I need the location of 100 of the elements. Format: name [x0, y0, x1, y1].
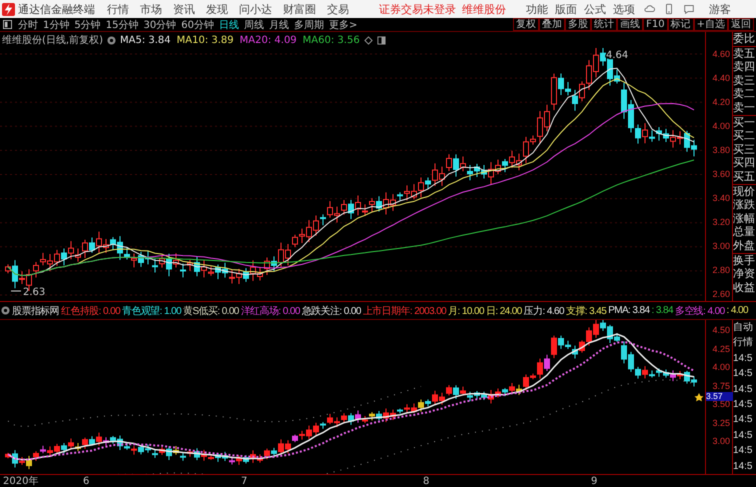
period-tab[interactable]: 周线: [244, 18, 264, 31]
price-tick: 4.20: [711, 96, 731, 108]
menu-item[interactable]: 行情: [107, 2, 129, 16]
side-label: 14:5: [733, 444, 754, 458]
settings-icon[interactable]: [1, 306, 10, 315]
quote-label: 总量: [733, 225, 756, 239]
tool-button[interactable]: 标记: [668, 18, 694, 31]
menu-item[interactable]: 问小达: [239, 2, 272, 16]
quote-label: 换手: [733, 254, 756, 268]
period-tab[interactable]: 更多>: [328, 18, 358, 31]
price-tick: 4.00: [711, 120, 731, 132]
period-tab[interactable]: 5分钟: [74, 18, 101, 31]
cloud-icon[interactable]: [643, 3, 655, 15]
side-label: 自动: [733, 321, 754, 335]
menu-item[interactable]: 选项: [613, 2, 635, 16]
tool-button[interactable]: F10: [643, 18, 668, 31]
moving-average-value: MA10: 3.89: [176, 34, 234, 46]
period-tab[interactable]: 多周期: [294, 18, 324, 31]
period-tab[interactable]: 60分钟: [181, 18, 214, 31]
menu-item[interactable]: 功能: [526, 2, 548, 16]
last-price-tag: 3.57: [706, 392, 733, 400]
price-tick: 3.40: [711, 192, 731, 204]
quote-label: 买三: [733, 142, 756, 156]
quote-label: 买四: [733, 156, 756, 170]
menu-item[interactable]: 版面: [555, 2, 577, 16]
panel-toggle-icon[interactable]: [3, 20, 12, 29]
leader-line: [10, 290, 22, 292]
date-label: 6: [83, 475, 90, 487]
indicator-value: 黄S低买: 0.00: [183, 304, 239, 318]
indicator-value: : 3.84: [651, 305, 673, 316]
price-tick: 4.00: [711, 362, 731, 373]
low-price-label: 2.63: [23, 287, 46, 298]
price-tick: 3.60: [711, 168, 731, 180]
message-icon[interactable]: [683, 3, 695, 15]
quote-label: 买二: [733, 129, 756, 143]
moving-average-value: MA20: 4.09: [240, 34, 297, 46]
side-label: 14:5: [733, 398, 754, 412]
date-label: 2020年: [3, 475, 40, 487]
price-tick: 3.80: [711, 144, 731, 156]
side-label: 14:5: [733, 428, 754, 443]
price-tick: 3.20: [711, 216, 731, 228]
period-tab[interactable]: 日线: [218, 18, 239, 31]
side-label: 14:5: [733, 352, 754, 366]
quote-label: 卖二: [733, 87, 756, 101]
phone-icon[interactable]: [663, 3, 675, 15]
quote-label: 买五: [733, 170, 756, 184]
date-label: 8: [423, 475, 430, 487]
quote-label: 卖五: [733, 46, 756, 60]
side-label: 行情: [733, 336, 754, 350]
tool-button[interactable]: 返回: [728, 18, 754, 31]
date-label: 9: [591, 475, 598, 487]
quote-label: 涨跌: [733, 198, 756, 212]
indicator-value: PMA: 3.84: [608, 305, 650, 316]
tool-button[interactable]: 画线: [617, 18, 644, 31]
menu-item[interactable]: 资讯: [173, 2, 195, 16]
indicator-value: 急跌关注: 0.00: [302, 304, 361, 318]
quote-label: 涨幅: [733, 212, 756, 226]
settings-icon[interactable]: [106, 36, 116, 44]
user-label[interactable]: 游客: [709, 2, 731, 16]
login-notice: 证券交易未登录: [379, 2, 456, 16]
login-notice: 维维股份: [462, 2, 506, 16]
period-tab[interactable]: 1分钟: [43, 18, 70, 31]
period-tab[interactable]: 分时: [18, 18, 38, 31]
tool-button[interactable]: 复权: [513, 18, 540, 31]
quote-label: 卖三: [733, 74, 756, 88]
stock-title: 维维股份(日线,前复权): [2, 34, 103, 47]
period-tab[interactable]: 月线: [268, 18, 289, 31]
indicator-value: 日: 24.00: [486, 304, 522, 318]
menu-item[interactable]: 交易: [327, 2, 349, 16]
menu-item[interactable]: 财富圈: [283, 2, 316, 16]
menu-item[interactable]: 发现: [206, 2, 228, 16]
high-price-label: 4.64: [606, 50, 628, 61]
tool-button[interactable]: +自选: [694, 18, 728, 31]
price-tick: 3.25: [711, 418, 731, 428]
quote-label: 买一: [733, 116, 756, 130]
tool-button[interactable]: 统计: [591, 18, 618, 31]
indicator-value: 洋红高场: 0.00: [240, 304, 300, 318]
indicator-value: 支撑: 3.45: [566, 304, 606, 318]
quote-label: 卖一: [733, 100, 756, 115]
menu-item[interactable]: 市场: [140, 2, 162, 16]
quote-label: 收益: [733, 280, 756, 294]
indicator-value: : 4.00: [726, 305, 748, 316]
tool-button[interactable]: 叠加: [539, 18, 566, 31]
quote-label: 现价: [733, 184, 756, 198]
menu-item[interactable]: 公式: [584, 2, 606, 16]
price-tick: 2.60: [711, 288, 731, 300]
indicator-value: 青色观望: 1.00: [122, 304, 182, 318]
side-label: 14:5: [733, 413, 754, 428]
star-icon: [694, 393, 704, 402]
price-tick: 4.25: [711, 344, 731, 354]
side-label: 14:5: [733, 367, 754, 382]
indicator-value: 上市日期年: 2003.00: [362, 304, 446, 318]
diamond-icon[interactable]: [364, 36, 373, 44]
window-icon[interactable]: [376, 36, 386, 44]
side-label: 14:5: [733, 460, 754, 474]
period-tab[interactable]: 15分钟: [106, 18, 138, 31]
period-tab[interactable]: 30分钟: [143, 18, 176, 31]
tool-button[interactable]: 多股: [565, 18, 592, 31]
date-label: 7: [241, 475, 248, 487]
price-tick: 4.50: [711, 325, 731, 336]
